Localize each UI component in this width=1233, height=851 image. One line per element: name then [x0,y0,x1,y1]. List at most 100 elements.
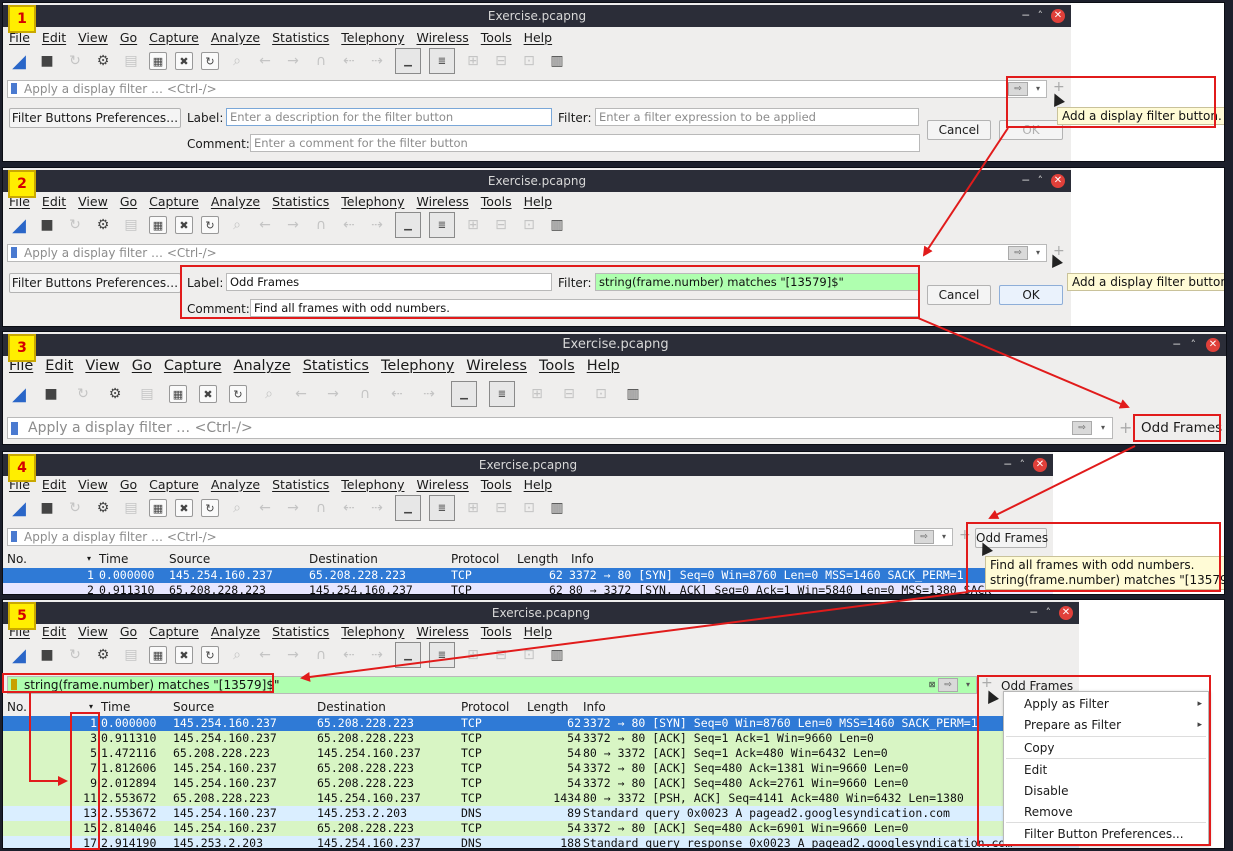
close-file-icon[interactable]: ✖ [175,646,193,664]
open-file-icon[interactable]: ▤ [121,645,141,665]
close-icon[interactable]: ✕ [1051,174,1065,188]
menu-capture[interactable]: Capture [149,194,199,209]
menu-capture[interactable]: Capture [149,30,199,45]
stop-icon[interactable]: ■ [41,384,61,404]
column-time[interactable]: Time [101,700,130,714]
close-icon[interactable]: ✕ [1059,606,1073,620]
apply-filter-arrow-icon[interactable]: ⇨ [938,678,958,692]
colorize-icon[interactable]: ≣ [429,495,455,521]
minimize-icon[interactable]: ─ [1022,170,1029,192]
close-icon[interactable]: ✕ [1206,338,1220,352]
close-icon[interactable]: ✕ [1033,458,1047,472]
menu-view[interactable]: View [78,477,108,492]
zoom-out-icon[interactable]: ⊟ [491,645,511,665]
column-info[interactable]: Info [571,552,594,566]
display-filter-input[interactable]: Apply a display filter … <Ctrl-/> ⇨ ▾ [7,417,1113,439]
stop-icon[interactable]: ■ [37,215,57,235]
menu-tools[interactable]: Tools [481,477,512,492]
gear-icon[interactable]: ⚙ [105,384,125,404]
maximize-icon[interactable]: ˄ [1038,5,1044,27]
back-icon[interactable]: ← [255,215,275,235]
cancel-button[interactable]: Cancel [927,285,991,305]
shark-fin-icon[interactable]: ◢ [9,384,29,405]
menu-telephony[interactable]: Telephony [341,194,404,209]
menu-telephony[interactable]: Telephony [341,477,404,492]
autoscroll-icon[interactable]: ▁ [395,495,421,521]
zoom-out-icon[interactable]: ⊟ [491,215,511,235]
table-row[interactable]: 7 1.812606 145.254.160.237 65.208.228.223 TC… [3,761,1079,776]
filter-dropdown-icon[interactable]: ▾ [1032,246,1044,260]
menu-help[interactable]: Help [524,624,553,639]
close-file-icon[interactable]: ✖ [175,499,193,517]
menu-edit[interactable]: Edit [42,30,66,45]
bookmark-icon[interactable] [11,531,17,542]
apply-filter-arrow-icon[interactable]: ⇨ [1008,246,1028,260]
colorize-icon[interactable]: ≣ [429,642,455,668]
first-packet-icon[interactable]: ⇠ [339,51,359,71]
colorize-icon[interactable]: ≣ [489,381,515,407]
normal-size-icon[interactable]: ⊡ [519,51,539,71]
maximize-icon[interactable]: ˄ [1020,454,1026,476]
first-packet-icon[interactable]: ⇠ [387,384,407,404]
menu-telephony[interactable]: Telephony [341,30,404,45]
table-row[interactable]: 1 0.000000 145.254.160.237 65.208.228.223 TC… [3,716,1079,731]
close-file-icon[interactable]: ✖ [175,52,193,70]
add-filter-button-icon[interactable]: + [1119,418,1132,437]
filter-expression-input[interactable]: string(frame.number) matches "[13579]$" [595,273,919,291]
minimize-icon[interactable]: ─ [1173,334,1180,356]
menu-help[interactable]: Help [524,477,553,492]
menu-view[interactable]: View [78,194,108,209]
menu-go[interactable]: Go [120,477,137,492]
menu-view[interactable]: View [78,624,108,639]
display-filter-input[interactable]: Apply a display filter … <Ctrl-/> ⇨ ▾ [7,80,1047,98]
search-icon[interactable]: ⌕ [227,51,247,71]
bookmark-icon[interactable] [11,83,17,94]
column-protocol[interactable]: Protocol [451,552,499,566]
last-packet-icon[interactable]: ⇢ [367,51,387,71]
table-row[interactable]: 17 2.914190 145.253.2.203 145.254.160.237 DN… [3,836,1079,848]
normal-size-icon[interactable]: ⊡ [591,384,611,404]
stop-icon[interactable]: ■ [37,645,57,665]
menu-edit[interactable]: Edit [42,477,66,492]
jump-icon[interactable]: ∩ [355,384,375,404]
reload-icon[interactable]: ↻ [201,52,219,70]
zoom-in-icon[interactable]: ⊞ [463,51,483,71]
forward-icon[interactable]: → [283,51,303,71]
column-destination[interactable]: Destination [309,552,378,566]
filter-buttons-preferences-button[interactable]: Filter Buttons Preferences… [9,273,181,293]
column-time[interactable]: Time [99,552,128,566]
menu-edit[interactable]: Edit [42,194,66,209]
table-row[interactable]: 9 2.012894 145.254.160.237 65.208.228.223 TC… [3,776,1079,791]
resize-columns-icon[interactable]: ▥ [623,384,643,404]
menu-item-apply-as-filter[interactable]: Apply as Filter [1024,697,1109,711]
zoom-out-icon[interactable]: ⊟ [559,384,579,404]
stop-icon[interactable]: ■ [37,498,57,518]
close-icon[interactable]: ✕ [1051,9,1065,23]
reload-icon[interactable]: ↻ [229,385,247,403]
table-row[interactable]: 11 2.553672 65.208.228.223 145.254.160.237 T… [3,791,1079,806]
zoom-in-icon[interactable]: ⊞ [527,384,547,404]
menu-analyze[interactable]: Analyze [211,477,260,492]
menu-capture[interactable]: Capture [164,358,222,374]
menu-tools[interactable]: Tools [481,30,512,45]
bookmark-icon[interactable] [11,679,17,690]
back-icon[interactable]: ← [255,51,275,71]
reload-icon[interactable]: ↻ [201,499,219,517]
stop-icon[interactable]: ■ [37,51,57,71]
last-packet-icon[interactable]: ⇢ [367,498,387,518]
column-source[interactable]: Source [169,552,210,566]
table-row[interactable]: 3 0.911310 145.254.160.237 65.208.228.223 TC… [3,731,1079,746]
restart-icon[interactable]: ↻ [65,215,85,235]
apply-filter-arrow-icon[interactable]: ⇨ [914,530,934,544]
menu-telephony[interactable]: Telephony [381,358,454,374]
bookmark-icon[interactable] [11,247,17,258]
menu-capture[interactable]: Capture [149,624,199,639]
table-row[interactable]: 1 0.000000 145.254.160.237 65.208.228.22… [3,568,1053,583]
autoscroll-icon[interactable]: ▁ [395,212,421,238]
filter-expression-input[interactable]: Enter a filter expression to be applied [595,108,919,126]
menu-edit[interactable]: Edit [42,624,66,639]
menu-edit[interactable]: Edit [45,358,73,374]
resize-columns-icon[interactable]: ▥ [547,645,567,665]
menu-wireless[interactable]: Wireless [416,624,468,639]
zoom-in-icon[interactable]: ⊞ [463,215,483,235]
